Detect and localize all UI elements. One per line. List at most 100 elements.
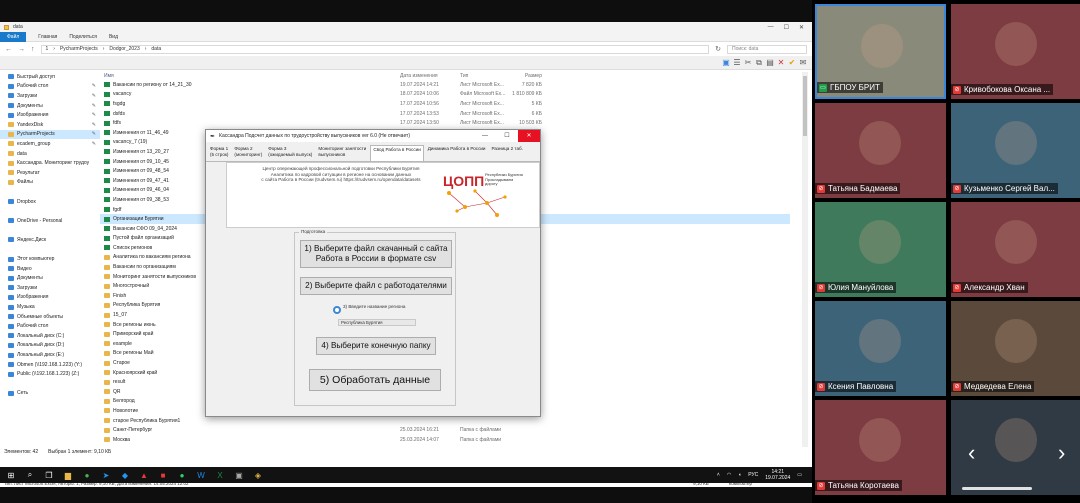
- sidebar-item[interactable]: Рабочий стол ✎: [0, 82, 100, 92]
- next-page-icon[interactable]: ›: [1058, 440, 1065, 466]
- sidebar-item[interactable]: Яндекс.Диск: [0, 235, 100, 245]
- app-tab[interactable]: Форма 1 (5 строк): [208, 145, 230, 161]
- minimize-icon[interactable]: —: [768, 24, 774, 31]
- app-tab[interactable]: Форма 3 (ожидаемый выпуск): [266, 145, 314, 161]
- scrollbar[interactable]: [802, 72, 808, 456]
- sidebar-item[interactable]: Видео: [0, 264, 100, 274]
- sidebar-item[interactable]: Кассандра. Мониторинг трудоу: [0, 158, 100, 168]
- file-row[interactable]: dsfds 17.07.2024 13:53 Лист Microsoft Ex..…: [100, 109, 790, 119]
- select-csv-button[interactable]: 1) Выберите файл скачанный с сайта Работ…: [300, 240, 452, 268]
- sidebar-item[interactable]: Dropbox: [0, 197, 100, 207]
- file-row[interactable]: Москва 25.03.2024 14:07 Папка с файлами: [100, 435, 790, 442]
- powerpoint-icon[interactable]: ■: [158, 470, 168, 480]
- windows-start-icon[interactable]: ⊞: [6, 470, 16, 480]
- close-icon[interactable]: ✕: [799, 24, 804, 31]
- app-tab[interactable]: Динамика Работа в России: [426, 145, 488, 161]
- file-row[interactable]: Санкт-Петербург 25.03.2024 16:21 Папка с ф…: [100, 425, 790, 435]
- ribbon-tab-view[interactable]: Вид: [109, 34, 118, 40]
- sidebar-item[interactable]: YandexDisk ✎: [0, 120, 100, 130]
- paste-icon[interactable]: ▤: [766, 58, 774, 67]
- ribbon-tab-file[interactable]: Файл: [0, 31, 27, 42]
- search-input[interactable]: Поиск: data: [727, 44, 807, 54]
- sidebar-item[interactable]: Локальный диск (C:): [0, 331, 100, 341]
- sidebar-item[interactable]: Локальный диск (D:): [0, 341, 100, 351]
- mail-icon[interactable]: ✉: [799, 58, 807, 67]
- address-bar[interactable]: 1 › PycharmProjects › Dodgor_2023 › data: [40, 44, 710, 54]
- participant-tile[interactable]: ▭ ГБПОУ БРИТ: [815, 4, 946, 99]
- app-icon[interactable]: ▣: [234, 470, 244, 480]
- sidebar-item[interactable]: Результат: [0, 168, 100, 178]
- ribbon-tab-share[interactable]: Поделиться: [69, 34, 97, 40]
- participant-tile[interactable]: ⊘ Александр Хван: [951, 202, 1080, 297]
- app-tab[interactable]: Мониторинг занятости выпускников: [316, 145, 368, 161]
- path-segment[interactable]: 1: [46, 46, 49, 52]
- process-data-button[interactable]: 5) Обработать данные: [309, 369, 441, 391]
- sidebar-item[interactable]: Изображения ✎: [0, 110, 100, 120]
- path-segment[interactable]: PycharmProjects: [60, 46, 98, 52]
- chevron-up-icon[interactable]: ˄: [717, 472, 720, 478]
- minimize-icon[interactable]: —: [474, 130, 496, 142]
- page-indicator[interactable]: [962, 487, 1032, 490]
- path-segment[interactable]: data: [151, 46, 161, 52]
- participant-tile[interactable]: ⊘ Медведева Елена: [951, 301, 1080, 396]
- column-type[interactable]: Тип: [460, 73, 512, 79]
- file-row[interactable]: fdfs 17.07.2024 13:50 Лист Microsoft Ex...…: [100, 118, 790, 128]
- app-tab[interactable]: Свод Работа в России: [370, 145, 424, 161]
- task-view-icon[interactable]: ❐: [44, 470, 54, 480]
- sidebar-item[interactable]: Загрузки: [0, 283, 100, 293]
- wifi-icon[interactable]: ◠: [727, 472, 731, 478]
- sidebar-item[interactable]: Рабочий стол: [0, 321, 100, 331]
- maximize-icon[interactable]: ☐: [784, 24, 789, 31]
- sidebar-item[interactable]: Быстрый доступ: [0, 72, 100, 82]
- sidebar-item[interactable]: data: [0, 149, 100, 159]
- cut-icon[interactable]: ✂: [744, 58, 752, 67]
- participant-tile[interactable]: ⊘ Юлия Мануйлова: [815, 202, 946, 297]
- search-icon[interactable]: ⌕: [25, 470, 35, 480]
- sidebar-item[interactable]: Файлы: [0, 178, 100, 188]
- back-icon[interactable]: ←: [5, 46, 12, 53]
- copy-icon[interactable]: ⧉: [755, 58, 763, 67]
- select-output-folder-button[interactable]: 4) Выберите конечную папку: [316, 337, 436, 355]
- pdf-icon[interactable]: ▲: [139, 470, 149, 480]
- column-date[interactable]: Дата изменения: [400, 73, 460, 79]
- volume-icon[interactable]: ◖: [738, 472, 741, 478]
- region-radio[interactable]: [333, 306, 341, 314]
- sidebar-item[interactable]: PycharmProjects ✎: [0, 129, 100, 140]
- sidebar-item[interactable]: Документы: [0, 273, 100, 283]
- language-indicator[interactable]: РУС: [748, 472, 758, 478]
- sidebar-item[interactable]: Изображения: [0, 293, 100, 303]
- telegram-icon[interactable]: ➤: [101, 470, 111, 480]
- forward-icon[interactable]: →: [18, 46, 25, 53]
- participant-tile[interactable]: ⊘ Кривобокова Оксана ...: [951, 4, 1080, 99]
- notifications-icon[interactable]: ▭: [797, 472, 802, 478]
- delete-icon[interactable]: ✕: [777, 58, 785, 67]
- view-icon[interactable]: ▣: [722, 58, 730, 67]
- list-icon[interactable]: ☰: [733, 58, 741, 67]
- excel-icon[interactable]: X: [215, 470, 225, 480]
- app-icon[interactable]: ◆: [120, 470, 130, 480]
- participant-tile[interactable]: ⊘ Ксения Павловна: [815, 301, 946, 396]
- clock[interactable]: 14:21 19.07.2024: [765, 469, 790, 481]
- sidebar-item[interactable]: ecadem_group ✎: [0, 139, 100, 149]
- up-icon[interactable]: ↑: [31, 46, 35, 53]
- sidebar-item[interactable]: Этот компьютер: [0, 254, 100, 264]
- region-input[interactable]: Республика Бурятия: [338, 319, 416, 326]
- sidebar-item[interactable]: Public (\\192.168.1.223) (Z:): [0, 369, 100, 379]
- select-employers-button[interactable]: 2) Выберите файл с работодателями: [300, 277, 452, 295]
- file-row[interactable]: fsgdg 17.07.2024 10:56 Лист Microsoft Ex..…: [100, 99, 790, 109]
- explorer-icon[interactable]: ▆: [63, 470, 73, 480]
- word-icon[interactable]: W: [196, 470, 206, 480]
- whatsapp-icon[interactable]: ●: [177, 470, 187, 480]
- path-segment[interactable]: Dodgor_2023: [109, 46, 139, 52]
- python-icon[interactable]: ◈: [253, 470, 263, 480]
- column-name[interactable]: Имя: [100, 73, 400, 79]
- sidebar-item[interactable]: Музыка: [0, 302, 100, 312]
- close-icon[interactable]: ✕: [518, 130, 540, 142]
- chrome-icon[interactable]: ●: [82, 470, 92, 480]
- ribbon-tab-home[interactable]: Главная: [38, 34, 57, 40]
- file-row[interactable]: Вакансии по региону от 14_21_30 19.07.202…: [100, 80, 790, 90]
- sidebar-item[interactable]: OneDrive - Personal: [0, 216, 100, 226]
- file-row[interactable]: vacancy 18.07.2024 10:06 Файл Microsoft Ex…: [100, 90, 790, 100]
- sidebar-item[interactable]: Документы ✎: [0, 101, 100, 111]
- app-tab[interactable]: Разница 2 таб.: [490, 145, 525, 161]
